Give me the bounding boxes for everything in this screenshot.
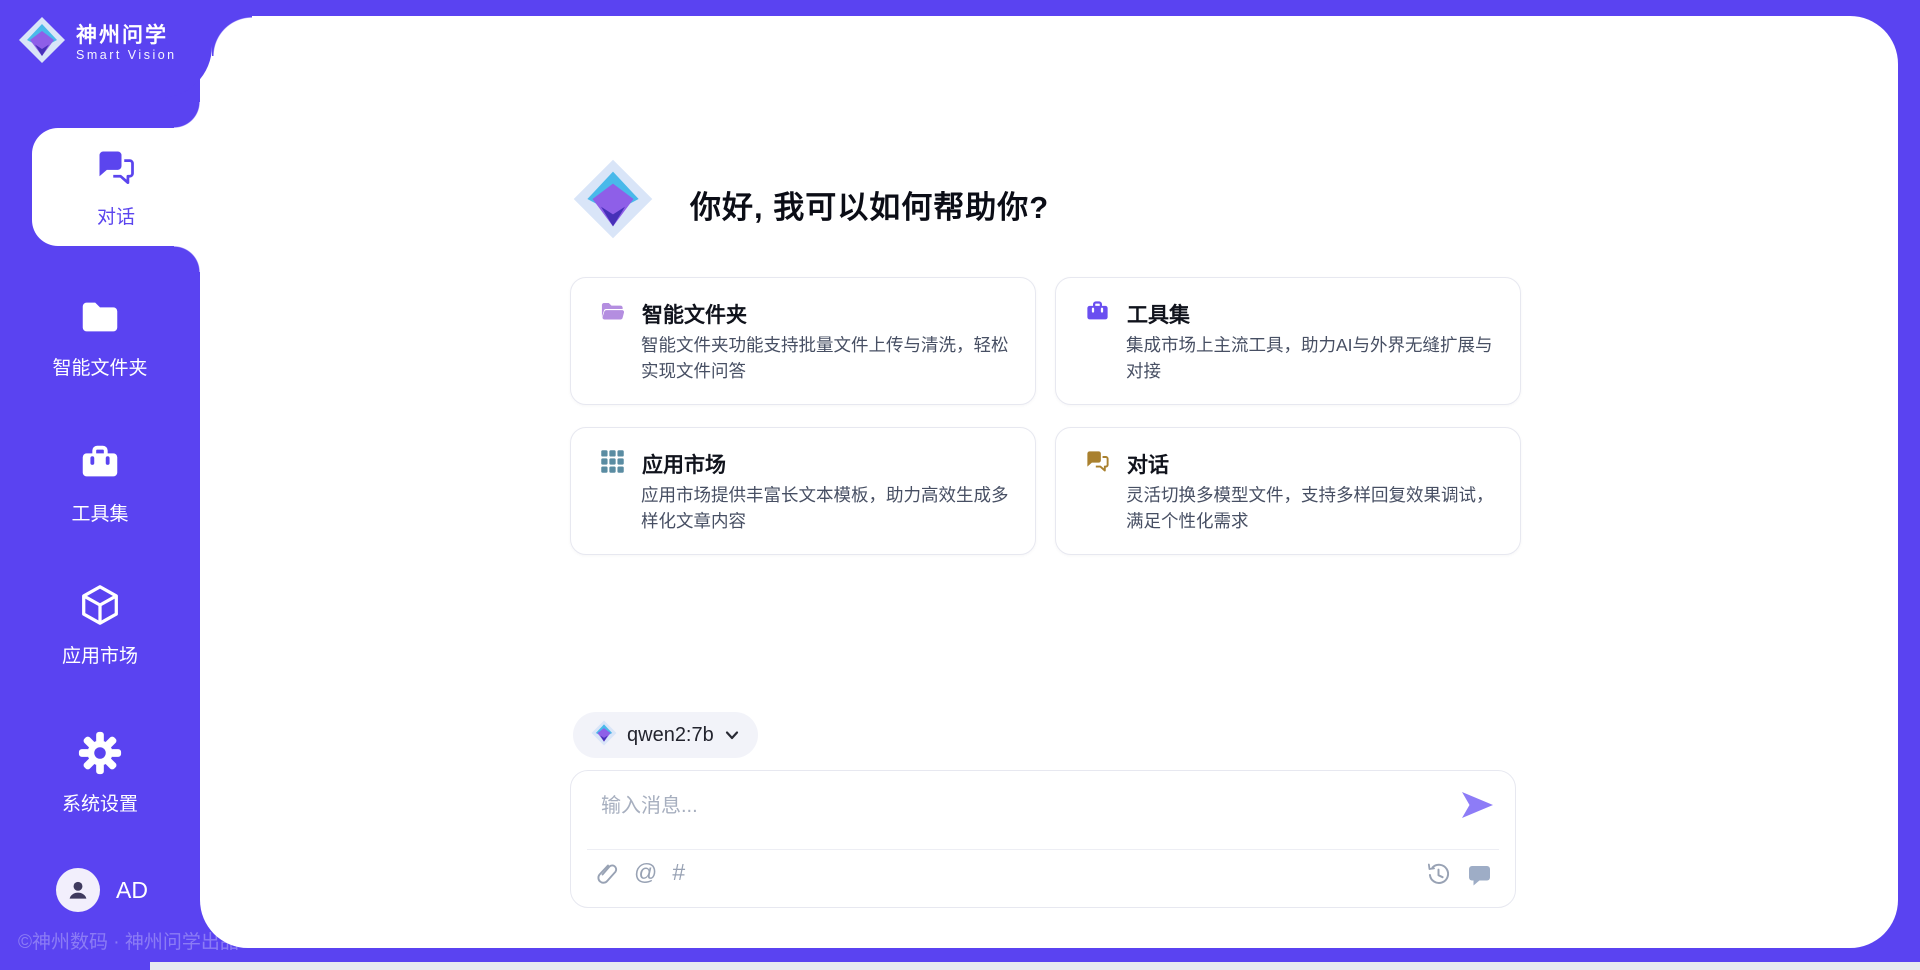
user-initials: AD (116, 877, 148, 904)
model-selector[interactable]: qwen2:7b (573, 712, 758, 758)
hash-icon[interactable]: # (672, 859, 685, 885)
chat-bubbles-icon (94, 146, 138, 195)
card-description: 集成市场上主流工具，助力AI与外界无缝扩展与对接 (1126, 332, 1502, 384)
card-description: 应用市场提供丰富长文本模板，助力高效生成多样化文章内容 (641, 482, 1017, 534)
avatar (56, 868, 100, 912)
sidebar-item-toolset[interactable]: 工具集 (0, 440, 200, 526)
chat-bubble-icon[interactable] (1466, 861, 1493, 888)
sidebar-item-label: 工具集 (71, 499, 128, 526)
sidebar-item-label: 系统设置 (62, 789, 138, 816)
greeting-title: 你好, 我可以如何帮助你? (690, 182, 1049, 227)
blob-fillet (212, 16, 252, 56)
sidebar-item-settings[interactable]: 系统设置 (0, 730, 200, 816)
card-toolset[interactable]: 工具集 集成市场上主流工具，助力AI与外界无缝扩展与对接 (1055, 277, 1521, 405)
model-gem-icon (591, 720, 617, 751)
person-icon (65, 877, 91, 903)
message-composer: @ # (570, 770, 1516, 908)
at-sign-icon[interactable]: @ (634, 859, 657, 885)
horizontal-scrollbar[interactable] (150, 962, 1920, 970)
card-smart-folder[interactable]: 智能文件夹 智能文件夹功能支持批量文件上传与清洗，轻松实现文件问答 (570, 277, 1036, 405)
user-account[interactable]: AD (0, 868, 200, 912)
brand-subtitle: Smart Vision (76, 48, 177, 62)
card-chat[interactable]: 对话 灵活切换多模型文件，支持多样回复效果调试，满足个性化需求 (1055, 427, 1521, 555)
gear-icon (77, 730, 123, 781)
cube-icon (77, 582, 123, 633)
send-button[interactable] (1459, 789, 1495, 824)
card-title: 对话 (1127, 449, 1169, 479)
active-tab-fillet-bottom (174, 246, 200, 272)
folder-icon (599, 298, 626, 330)
card-title: 工具集 (1127, 299, 1190, 329)
active-tab-fillet-top (174, 102, 200, 128)
chevron-down-icon (724, 727, 740, 743)
history-clock-icon[interactable] (1426, 862, 1451, 887)
card-app-market[interactable]: 应用市场 应用市场提供丰富长文本模板，助力高效生成多样化文章内容 (570, 427, 1036, 555)
brand-gem-icon (18, 16, 66, 69)
card-title: 应用市场 (642, 449, 726, 479)
send-plane-icon (1459, 789, 1495, 821)
paperclip-icon[interactable] (595, 859, 619, 885)
brand-title: 神州问学 (76, 24, 177, 48)
toolbox-icon (1084, 298, 1111, 330)
card-title: 智能文件夹 (642, 299, 747, 329)
card-description: 智能文件夹功能支持批量文件上传与清洗，轻松实现文件问答 (641, 332, 1017, 384)
sidebar-item-app-market[interactable]: 应用市场 (0, 582, 200, 668)
toolbox-icon (77, 440, 123, 491)
brand: 神州问学 Smart Vision (18, 16, 177, 69)
composer-divider (587, 849, 1499, 850)
folder-icon (77, 294, 123, 345)
chat-bubbles-icon (1084, 448, 1111, 480)
sidebar-item-chat[interactable]: 对话 (32, 128, 200, 246)
message-input[interactable] (599, 787, 1463, 847)
copyright-note: ©神州数码 · 神州问学出品 (18, 927, 239, 954)
app-window: 神州问学 Smart Vision 对话 智能文件夹 (0, 0, 1920, 970)
sidebar-item-smart-folder[interactable]: 智能文件夹 (0, 294, 200, 380)
sidebar-item-label: 智能文件夹 (52, 353, 147, 380)
sidebar-item-label: 对话 (97, 202, 135, 229)
greeting-gem-icon (572, 158, 654, 245)
model-name: qwen2:7b (627, 724, 714, 747)
sidebar-item-label: 应用市场 (62, 641, 138, 668)
card-description: 灵活切换多模型文件，支持多样回复效果调试，满足个性化需求 (1126, 482, 1502, 534)
grid-icon (599, 448, 626, 480)
